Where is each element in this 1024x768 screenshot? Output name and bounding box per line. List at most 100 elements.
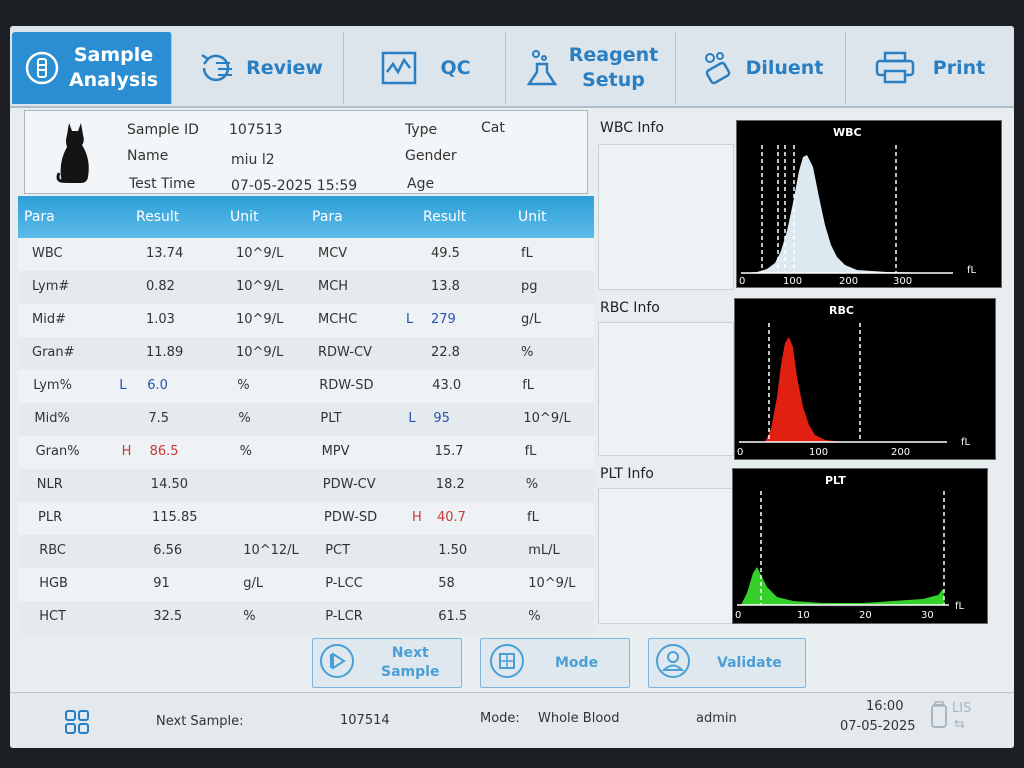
- tab-print[interactable]: Print: [848, 32, 1012, 104]
- para-2: MCV: [318, 246, 348, 261]
- para-1: HGB: [39, 576, 68, 591]
- next-sample-status-label: Next Sample:: [156, 714, 244, 729]
- table-row: Mid% 7.5% PLT L 95 10^9/L: [18, 403, 594, 436]
- current-user: admin: [696, 711, 737, 726]
- para-1: Lym%: [33, 378, 72, 393]
- rbc-info-box: [598, 322, 734, 456]
- user-validate-icon: [655, 643, 691, 683]
- wbc-histogram: WBC 0 100 200 300 fL: [736, 120, 1002, 288]
- wbc-tick-label: 100: [783, 276, 802, 287]
- gender-label: Gender: [405, 148, 457, 164]
- rbc-tick-label: 200: [891, 447, 910, 458]
- mode-grid-icon: [489, 643, 525, 683]
- plt-info-label: PLT Info: [600, 466, 654, 482]
- unit-2: fL: [524, 444, 537, 459]
- unit-1: 10^9/L: [236, 279, 284, 294]
- tab-label: Review: [246, 57, 323, 79]
- tab-sample-analysis[interactable]: Sample Analysis: [12, 32, 172, 104]
- status-bar: Next Sample: 107514 Mode: Whole Blood ad…: [10, 692, 1014, 748]
- diluent-bubbles-icon: [700, 50, 736, 86]
- mode-status-value: Whole Blood: [538, 711, 620, 726]
- rbc-histogram-curve: [765, 337, 843, 442]
- plt-tick-label: 30: [921, 610, 934, 621]
- unit-2: 10^9/L: [528, 576, 576, 591]
- unit-2: fL: [527, 510, 539, 525]
- wbc-tick-label: 200: [839, 276, 858, 287]
- tab-diluent[interactable]: Diluent: [678, 32, 846, 104]
- table-body: WBC 13.74 10^9/L MCV 49.5 fL Lym# 0.82 10^9/L MCH…: [18, 238, 594, 634]
- table-row: Mid# 1.03 10^9/L MCHC L 279 g/L: [18, 304, 594, 337]
- validate-label: Validate: [717, 655, 782, 671]
- unit-2: %: [525, 477, 539, 492]
- sample-id-label: Sample ID: [127, 122, 199, 138]
- col-header-unit: Unit: [518, 209, 547, 225]
- printer-icon: [875, 51, 915, 85]
- wbc-tick-label: 0: [739, 276, 745, 287]
- unit-1: 10^12/L: [243, 543, 299, 558]
- apps-grid-icon[interactable]: [64, 709, 90, 739]
- tab-qc[interactable]: QC: [346, 32, 506, 104]
- table-row: Lym% L 6.0% RDW-SD 43.0 fL: [18, 370, 594, 403]
- para-1: Gran#: [32, 345, 75, 360]
- para-1: Lym#: [32, 279, 70, 294]
- plt-histogram: PLT 0 10 20 30 fL: [732, 468, 988, 624]
- para-1: PLR: [38, 510, 63, 525]
- rbc-tick-label: 100: [809, 447, 828, 458]
- mode-button[interactable]: Mode: [480, 638, 630, 688]
- tab-label: Reagent: [568, 44, 659, 66]
- unit-1: 10^9/L: [236, 312, 284, 327]
- para-1: Mid%: [34, 411, 70, 426]
- tab-reagent-setup[interactable]: Reagent Setup: [508, 32, 676, 104]
- next-sample-button[interactable]: Next Sample: [312, 638, 462, 688]
- test-tube-icon: [25, 51, 59, 85]
- unit-1: 10^9/L: [236, 246, 284, 261]
- mode-label: Mode: [555, 655, 599, 671]
- wbc-unit-label: fL: [967, 265, 977, 276]
- next-sample-label: Next: [391, 645, 429, 661]
- test-time-value: 07-05-2025 15:59: [231, 178, 358, 194]
- unit-2: %: [521, 345, 534, 360]
- tab-label: QC: [440, 57, 471, 79]
- table-row: Gran% H 86.5% MPV 15.7 fL: [18, 436, 594, 469]
- lis-connection-icon[interactable]: LIS ⇆: [928, 701, 971, 733]
- plt-info-box: [598, 488, 734, 624]
- table-row: NLR 14.50 PDW-CV 18.2%: [18, 469, 594, 502]
- rbc-info-label: RBC Info: [600, 300, 660, 316]
- result-1: 115.85: [152, 510, 198, 525]
- para-1: NLR: [36, 477, 63, 492]
- validate-button[interactable]: Validate: [648, 638, 806, 688]
- result-2: 43.0: [432, 378, 462, 393]
- unit-2: g/L: [521, 312, 541, 327]
- name-label: Name: [127, 148, 169, 164]
- para-2: PDW-CV: [322, 477, 376, 492]
- para-2: PDW-SD: [324, 510, 378, 525]
- table-row: Gran# 11.89 10^9/L RDW-CV 22.8%: [18, 337, 594, 370]
- table-row: Lym# 0.82 10^9/L MCH 13.8 pg: [18, 271, 594, 304]
- flag-2: H: [412, 510, 422, 525]
- flask-icon: [525, 48, 559, 88]
- table-row: WBC 13.74 10^9/L MCV 49.5 fL: [18, 238, 594, 271]
- result-2: 22.8: [431, 345, 460, 360]
- para-1: Gran%: [35, 444, 80, 459]
- age-label: Age: [407, 176, 435, 192]
- qc-chart-icon: [380, 50, 418, 86]
- mode-status-label: Mode:: [480, 711, 520, 726]
- plt-unit-label: fL: [955, 601, 965, 612]
- result-2: 58: [438, 576, 455, 591]
- type-label: Type: [405, 122, 438, 138]
- unit-2: fL: [521, 246, 533, 261]
- para-1: Mid#: [32, 312, 66, 327]
- results-table: Para Result Unit Para Result Unit WBC 13.…: [18, 196, 594, 634]
- para-2: RDW-CV: [318, 345, 373, 360]
- result-1: 6.56: [153, 543, 183, 558]
- rbc-histogram: RBC 0 100 200 fL: [734, 298, 996, 460]
- unit-2: 10^9/L: [523, 411, 571, 426]
- plt-discriminator-lines: [760, 491, 945, 605]
- para-2: PLT: [320, 411, 342, 426]
- tab-review[interactable]: Review: [176, 32, 344, 104]
- name-value: miu l2: [231, 152, 275, 168]
- result-2: 49.5: [431, 246, 460, 261]
- play-circle-icon: [319, 643, 355, 683]
- cat-icon: [55, 119, 93, 193]
- flag-1: L: [119, 378, 127, 393]
